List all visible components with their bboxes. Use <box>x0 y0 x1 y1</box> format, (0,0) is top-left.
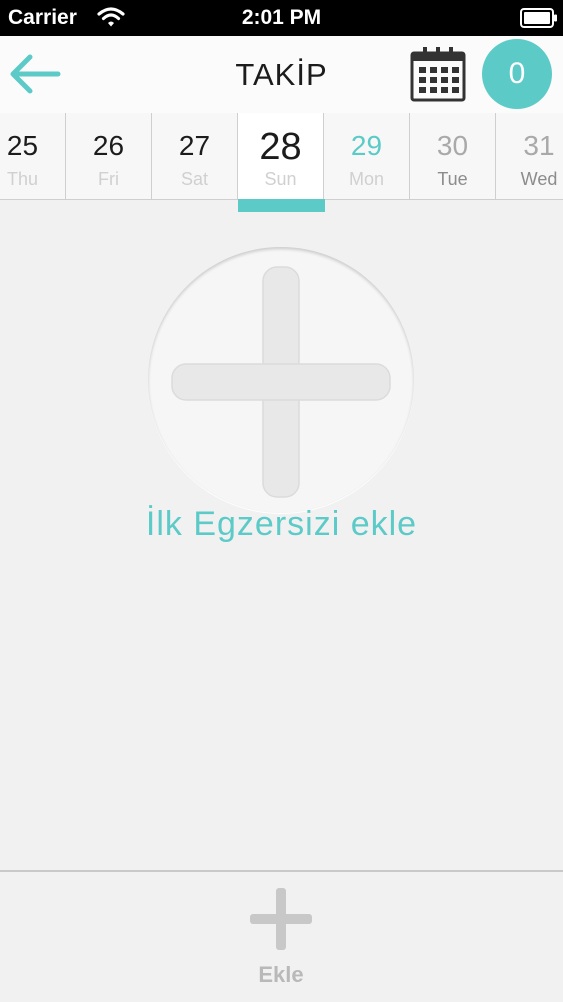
add-button[interactable]: Ekle <box>231 884 331 994</box>
plus-icon <box>250 888 312 950</box>
calendar-icon <box>410 47 466 102</box>
day-name: Tue <box>437 169 468 189</box>
day-name: Wed <box>520 169 558 189</box>
day-number: 27 <box>178 130 211 161</box>
bottom-toolbar: Ekle <box>0 870 563 1002</box>
day-number: 25 <box>6 130 39 161</box>
day-number: 26 <box>92 130 125 161</box>
day-name: Sun <box>264 169 297 189</box>
nav-bar: TAKİP 0 <box>0 36 563 114</box>
day-cell[interactable]: 27 Sat <box>152 113 238 199</box>
day-name: Sat <box>180 169 209 189</box>
day-cell[interactable]: 31 Wed <box>496 113 563 199</box>
day-cell-today[interactable]: 29 Mon <box>324 113 410 199</box>
date-strip: 25 Thu 26 Fri 27 Sat 28 Sun 29 Mon 30 Tu… <box>0 113 563 200</box>
day-number: 28 <box>259 126 302 168</box>
day-cell[interactable]: 30 Tue <box>410 113 496 199</box>
add-first-exercise-label: İlk Egzersizi ekle <box>145 505 418 543</box>
day-name: Mon <box>348 169 384 189</box>
selected-day-indicator <box>238 199 325 212</box>
status-time: 2:01 PM <box>241 6 322 29</box>
day-cell[interactable]: 26 Fri <box>66 113 152 199</box>
count-badge[interactable]: 0 <box>482 39 552 109</box>
day-cell[interactable]: 25 Thu <box>0 113 66 199</box>
status-bar: Carrier 2:01 PM <box>0 0 563 36</box>
day-cell-selected[interactable]: 28 Sun <box>238 113 324 199</box>
add-button-label: Ekle <box>258 962 304 987</box>
plus-icon <box>171 266 391 498</box>
day-number: 30 <box>436 130 469 161</box>
add-first-exercise-button[interactable] <box>148 247 414 513</box>
calendar-button[interactable] <box>409 45 467 103</box>
day-number: 29 <box>350 130 383 161</box>
page-title: TAKİP <box>235 57 328 92</box>
day-number: 31 <box>523 130 555 161</box>
day-name: Thu <box>6 169 39 189</box>
battery-icon <box>520 8 557 28</box>
day-name: Fri <box>98 169 119 189</box>
